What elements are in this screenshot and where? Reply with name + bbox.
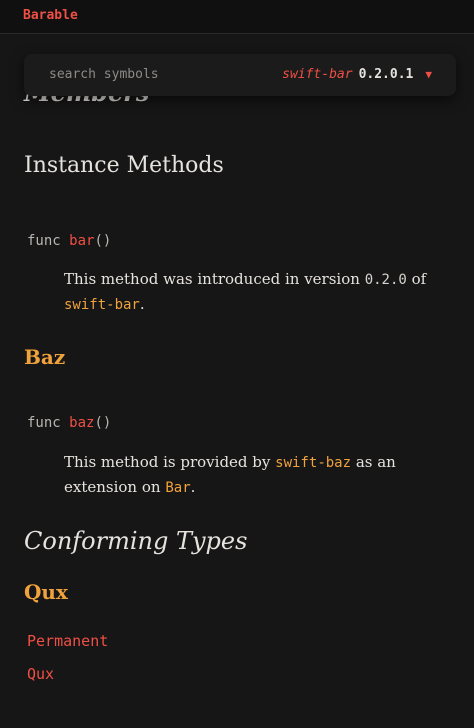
desc-text: This method is provided by (64, 453, 271, 471)
desc-text: of (411, 270, 427, 288)
method-signature-baz: func baz() (27, 415, 111, 431)
conformance-link-qux[interactable]: Qux (27, 665, 54, 683)
version-selector[interactable]: swift-bar 0.2.0.1 ▼ (282, 67, 432, 82)
func-keyword: func (27, 233, 61, 249)
desc-text: . (190, 478, 196, 496)
package-link-swift-baz[interactable]: swift-baz (275, 455, 351, 471)
version-code: 0.2.0 (364, 272, 407, 288)
desc-text: . (139, 295, 145, 313)
method-name-baz[interactable]: baz (69, 415, 94, 431)
method-parens: () (94, 233, 112, 249)
type-link-bar[interactable]: Bar (165, 480, 190, 496)
brand-link[interactable]: Barable (23, 8, 78, 23)
method-parens: () (94, 415, 112, 431)
instance-methods-heading: Instance Methods (24, 153, 224, 178)
method-baz-description: This method is provided by swift-baz as … (64, 450, 454, 500)
method-name-bar[interactable]: bar (69, 233, 94, 249)
func-keyword: func (27, 415, 61, 431)
triangle-down-icon[interactable]: ▼ (425, 68, 432, 81)
qux-heading: Qux (24, 580, 68, 604)
package-version: 0.2.0.1 (358, 67, 414, 82)
conformance-link-permanent[interactable]: Permanent (27, 632, 108, 650)
package-name: swift-bar (282, 67, 353, 82)
baz-heading: Baz (24, 345, 66, 369)
method-signature-bar: func bar() (27, 233, 111, 249)
search-input[interactable] (47, 66, 231, 83)
top-bar: Barable (0, 0, 474, 34)
conforming-types-heading: Conforming Types (24, 527, 248, 555)
search-bar: swift-bar 0.2.0.1 ▼ (24, 54, 456, 96)
method-bar-description: This method was introduced in version 0.… (64, 267, 454, 317)
desc-text: This method was introduced in version (64, 270, 360, 288)
package-link-swift-bar[interactable]: swift-bar (64, 297, 140, 313)
